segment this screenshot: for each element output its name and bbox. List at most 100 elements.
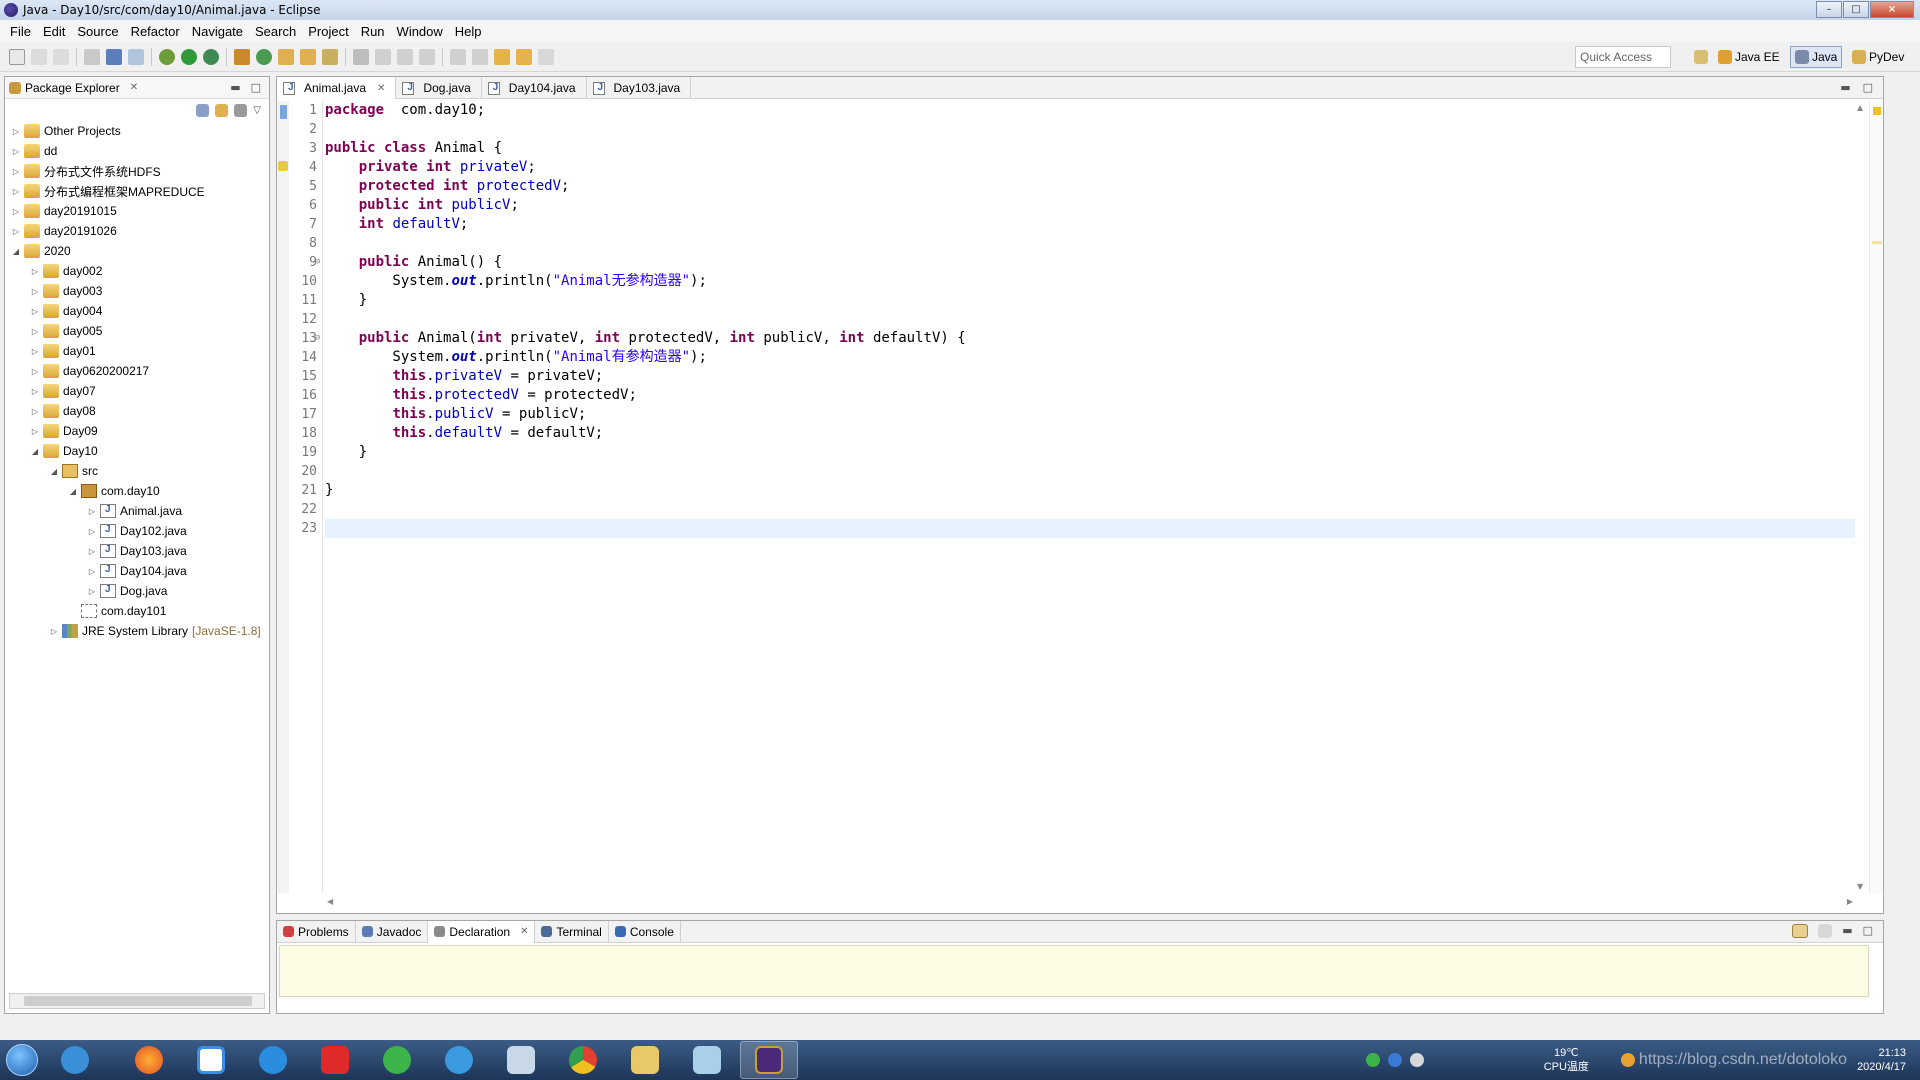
collapsed-arrow-icon[interactable]: ▷ [30, 427, 40, 436]
tree-item[interactable]: ▷ day01 [5, 341, 269, 361]
tree-item[interactable]: ▷ Day102.java [5, 521, 269, 541]
fold-icon[interactable]: ⊖ [315, 253, 320, 272]
taskbar-cloud[interactable] [244, 1041, 302, 1079]
security-icon[interactable] [1620, 1053, 1635, 1067]
collapsed-arrow-icon[interactable]: ▷ [49, 627, 59, 636]
taskbar-calc[interactable] [492, 1041, 550, 1079]
close-tab-icon[interactable]: ✕ [520, 926, 528, 937]
minimize-panel-icon[interactable]: ▬ [1842, 924, 1852, 938]
maximize-button[interactable]: □ [1843, 1, 1869, 18]
tree-item[interactable]: ◢ 2020 [5, 241, 269, 261]
taskbar-notes[interactable] [678, 1041, 736, 1079]
tree-item[interactable]: ▷ Day09 [5, 421, 269, 441]
link-editor-icon[interactable] [215, 103, 229, 117]
menu-help[interactable]: Help [449, 24, 488, 39]
tree-item[interactable]: ▷ day004 [5, 301, 269, 321]
new-class-icon[interactable] [256, 48, 272, 65]
terminal-icon[interactable] [106, 48, 122, 65]
menu-window[interactable]: Window [391, 24, 449, 39]
forward-icon[interactable] [538, 48, 554, 65]
close-tab-icon[interactable]: ✕ [377, 83, 385, 94]
taskbar-ie[interactable] [46, 1041, 104, 1079]
open-input-icon[interactable] [1818, 924, 1833, 938]
save-icon[interactable] [31, 48, 47, 65]
whitespace-icon[interactable] [419, 48, 435, 65]
tree-item[interactable]: ▷ dd [5, 141, 269, 161]
collapsed-arrow-icon[interactable]: ▷ [30, 407, 40, 416]
collapsed-arrow-icon[interactable]: ▷ [11, 127, 21, 136]
clock[interactable]: 21:13 2020/4/17 [1857, 1046, 1906, 1074]
tree-item[interactable]: ◢ src [5, 461, 269, 481]
tray-arrow-icon[interactable] [1409, 1053, 1424, 1067]
menu-navigate[interactable]: Navigate [186, 24, 249, 39]
collapsed-arrow-icon[interactable]: ▷ [87, 527, 97, 536]
tree-item[interactable]: ▷ Dog.java [5, 581, 269, 601]
tree-item[interactable]: ▷ day08 [5, 401, 269, 421]
warning-overview-marker[interactable] [1873, 107, 1881, 115]
open-type-icon[interactable] [278, 48, 294, 65]
view-menu-icon[interactable]: ▽ [253, 105, 261, 116]
perspective-open-icon[interactable] [1690, 46, 1712, 68]
menu-run[interactable]: Run [355, 24, 391, 39]
tree-item[interactable]: ▷ day003 [5, 281, 269, 301]
menu-file[interactable]: File [4, 24, 37, 39]
open-task-icon[interactable] [300, 48, 316, 65]
tree-item[interactable]: ▷ day20191026 [5, 221, 269, 241]
menu-project[interactable]: Project [302, 24, 354, 39]
taskbar-baidu[interactable] [182, 1041, 240, 1079]
help-icon[interactable] [1387, 1053, 1402, 1067]
tree-item[interactable]: ▷ Animal.java [5, 501, 269, 521]
fold-icon[interactable]: ⊖ [315, 329, 320, 348]
scroll-down-icon[interactable]: ▼ [1857, 882, 1863, 891]
new-java-project-icon[interactable] [234, 48, 250, 65]
print-icon[interactable] [84, 48, 100, 65]
collapsed-arrow-icon[interactable]: ▷ [87, 507, 97, 516]
collapsed-arrow-icon[interactable]: ▷ [30, 267, 40, 276]
tree-item[interactable]: ▷ day20191015 [5, 201, 269, 221]
panel-tab-javadoc[interactable]: Javadoc [356, 920, 429, 943]
package-explorer-tab[interactable]: Package Explorer ✕ [9, 81, 138, 95]
maximize-panel-icon[interactable]: □ [1863, 924, 1873, 938]
coverage-icon[interactable] [203, 48, 219, 65]
taskbar-firefox[interactable] [120, 1041, 178, 1079]
collapsed-arrow-icon[interactable]: ▷ [30, 387, 40, 396]
editor-tab[interactable]: Day104.java [482, 77, 587, 99]
occurrence-marker[interactable] [1872, 241, 1882, 244]
taskbar-explorer[interactable] [616, 1041, 674, 1079]
tree-item[interactable]: ▷ Day104.java [5, 561, 269, 581]
expanded-arrow-icon[interactable]: ◢ [68, 487, 78, 496]
scroll-left-icon[interactable]: ◀ [327, 897, 333, 906]
tree-item[interactable]: ▷ 分布式文件系统HDFS [5, 161, 269, 181]
tree-item[interactable]: ▷ Other Projects [5, 121, 269, 141]
block-selection-icon[interactable] [397, 48, 413, 65]
tree-item[interactable]: ▷ Day103.java [5, 541, 269, 561]
code-editor[interactable]: 1 package com.day10; 2 3 public class Animal… [301, 101, 1855, 893]
collapsed-arrow-icon[interactable]: ▷ [30, 327, 40, 336]
perspective-pydev[interactable]: PyDev [1848, 46, 1908, 68]
tree-item[interactable]: ▷ day0620200217 [5, 361, 269, 381]
close-icon[interactable]: ✕ [130, 82, 138, 93]
collapsed-arrow-icon[interactable]: ▷ [11, 187, 21, 196]
editor-tab[interactable]: Dog.java [396, 77, 482, 99]
minimize-button[interactable]: – [1816, 1, 1842, 18]
minimize-view-icon[interactable]: ▬ [230, 81, 240, 94]
menu-search[interactable]: Search [249, 24, 302, 39]
tree-item[interactable]: ▷ day005 [5, 321, 269, 341]
collapsed-arrow-icon[interactable]: ▷ [87, 547, 97, 556]
collapsed-arrow-icon[interactable]: ▷ [11, 207, 21, 216]
prev-annotation-icon[interactable] [472, 48, 488, 65]
tree-item[interactable]: ▷ day002 [5, 261, 269, 281]
menu-edit[interactable]: Edit [37, 24, 71, 39]
editor-tab[interactable]: Day103.java [587, 77, 692, 99]
panel-tab-console[interactable]: Console [609, 920, 681, 943]
maximize-editor-icon[interactable]: □ [1863, 81, 1873, 94]
taskbar-ie2[interactable] [430, 1041, 488, 1079]
collapsed-arrow-icon[interactable]: ▷ [87, 567, 97, 576]
taskbar-chrome[interactable] [554, 1041, 612, 1079]
panel-tab-terminal[interactable]: Terminal [535, 920, 609, 943]
save-all-icon[interactable] [53, 48, 69, 65]
skip-breakpoints-icon[interactable] [128, 48, 144, 65]
run-icon[interactable] [181, 48, 197, 65]
annotation-icon[interactable] [353, 48, 369, 65]
vertical-scrollbar[interactable]: ▲ ▼ [1855, 101, 1869, 893]
